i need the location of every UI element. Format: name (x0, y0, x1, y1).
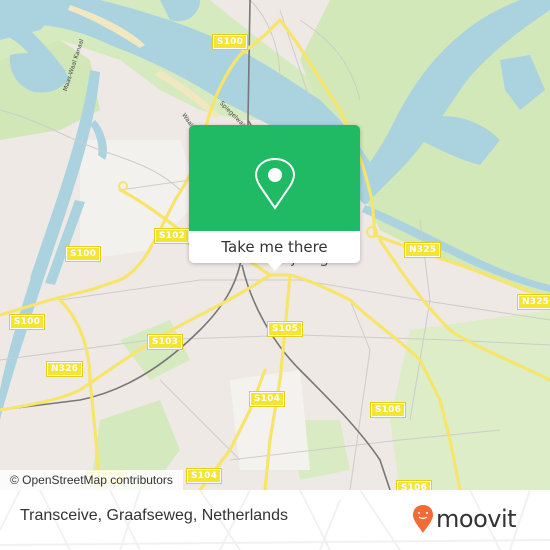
take-me-there-popup[interactable]: Take me there (189, 125, 360, 271)
road-shield: S102 (153, 228, 191, 244)
map-view[interactable]: Maas-Waal Kanaal Waal Spiegelwaal Nijmeg… (0, 0, 550, 490)
road-shield: S105 (266, 321, 304, 337)
footer-bar: Transceive, Graafseweg, Netherlands moov… (0, 490, 550, 550)
map-attribution[interactable]: © OpenStreetMap contributors (0, 470, 183, 490)
road-shield: N325 (516, 294, 550, 310)
popup-pointer (267, 262, 283, 271)
popup-header[interactable] (189, 125, 360, 231)
road-shield: S103 (146, 334, 184, 350)
moovit-wordmark: moovit (436, 505, 517, 533)
road-shield: N326 (45, 361, 84, 377)
location-address: Transceive, Graafseweg, Netherlands (20, 507, 288, 524)
take-me-there-label: Take me there (221, 238, 328, 256)
road-shield: N325 (403, 242, 442, 258)
map-pin-icon (255, 158, 295, 210)
road-shield: S106 (369, 402, 407, 418)
take-me-there-button[interactable]: Take me there (189, 231, 360, 263)
moovit-logo[interactable]: moovit (412, 501, 517, 537)
road-shield: S104 (248, 391, 286, 407)
road-shield: S100 (64, 246, 102, 262)
road-shield: S100 (8, 314, 46, 330)
road-shield: S100 (211, 34, 249, 50)
road-shield: S104 (185, 468, 223, 484)
road-shield: S106 (395, 480, 433, 490)
moovit-pin-icon (413, 505, 433, 533)
